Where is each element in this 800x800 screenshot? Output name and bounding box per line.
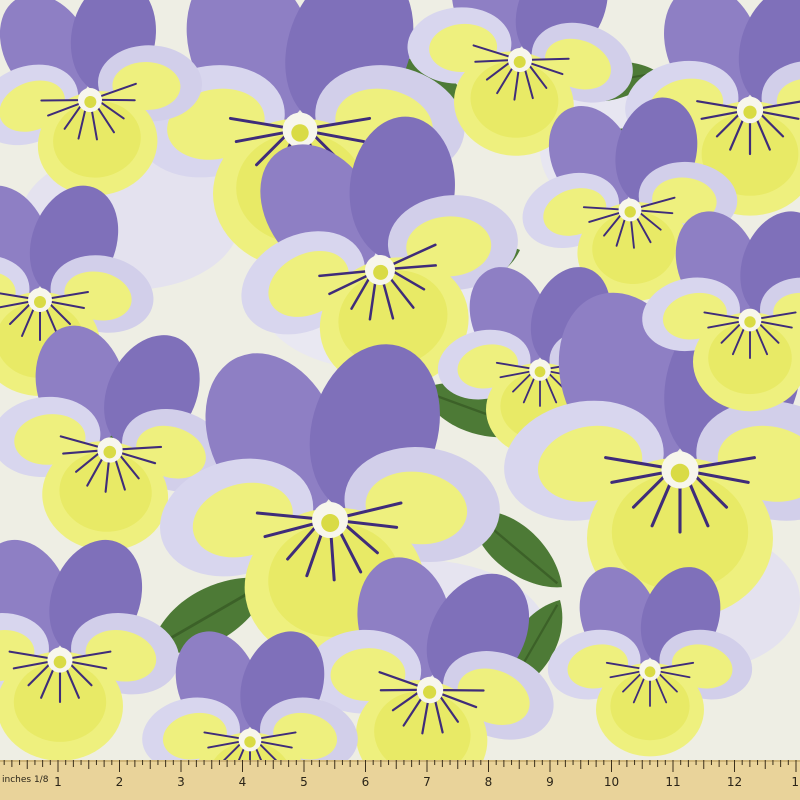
- ruler-number: 2: [116, 775, 124, 789]
- ruler-number: 6: [362, 775, 370, 789]
- pansy-fabric-pattern: [0, 0, 800, 800]
- pansy-flowers: [0, 0, 800, 800]
- ruler-number: 8: [485, 775, 493, 789]
- ruler-number: 5: [300, 775, 308, 789]
- ruler-number: 1: [54, 775, 62, 789]
- ruler-number: 9: [546, 775, 554, 789]
- ruler-number: 10: [604, 775, 619, 789]
- ruler-number: 7: [423, 775, 431, 789]
- ruler-number: 3: [177, 775, 185, 789]
- ruler-unit-label: inches 1/8: [2, 775, 49, 785]
- ruler-number: 1: [791, 775, 799, 789]
- ruler-number: 11: [665, 775, 680, 789]
- measuring-ruler: inches 1/8 1 2 3 4 5 6 7 8 9 10 11 12 1: [0, 760, 800, 800]
- ruler-number: 4: [239, 775, 247, 789]
- ruler-number: 12: [727, 775, 742, 789]
